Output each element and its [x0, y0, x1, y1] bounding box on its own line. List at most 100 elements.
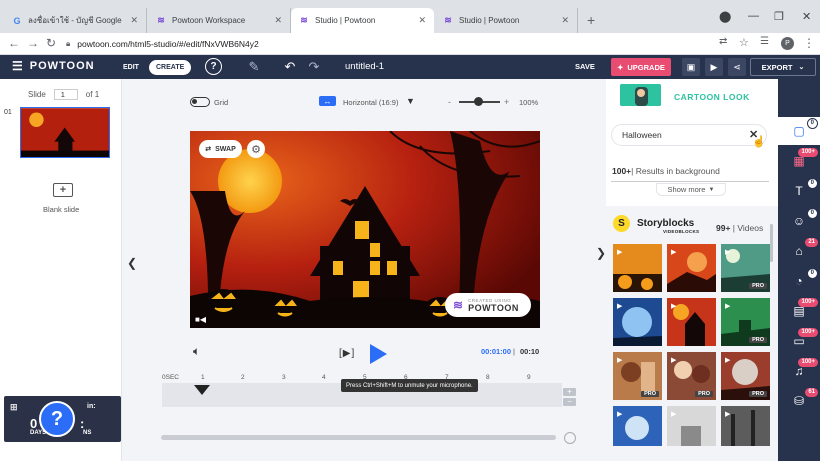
strip-item-scenes[interactable]: ▢ 0 — [778, 117, 820, 145]
strip-item-backgrounds[interactable]: ▦ 100+ — [778, 147, 820, 175]
undo-icon[interactable]: ↶ — [281, 58, 299, 76]
browser-tab-google[interactable]: G ลงชื่อเข้าใช้ - บัญชี Google ✕ — [4, 8, 147, 33]
help-icon[interactable]: ? — [205, 58, 222, 75]
scroll-target-icon[interactable] — [564, 432, 576, 444]
video-play-icon: ▶ — [725, 357, 731, 364]
hamburger-menu-icon[interactable]: ☰ — [12, 59, 24, 73]
close-icon[interactable]: ✕ — [418, 15, 426, 26]
provider-subtitle: VIDEOBLOCKS — [663, 229, 700, 234]
strip-badge: 100+ — [798, 328, 818, 337]
reading-list-icon[interactable]: ☰ — [760, 36, 769, 47]
mouse-cursor-icon: ☝ — [752, 136, 766, 148]
zoom-out-icon[interactable]: - — [448, 97, 451, 107]
bookmark-star-icon[interactable]: ☆ — [739, 36, 749, 49]
cartoon-look-label[interactable]: CARTOON LOOK — [674, 92, 750, 102]
mute-speaker-icon[interactable]: 🔈︎ — [193, 344, 200, 359]
strip-item-props[interactable]: ⌂ 21 — [778, 237, 820, 265]
powtoon-mark-icon: ≋ — [453, 298, 464, 312]
reload-icon[interactable]: ↻ — [46, 36, 56, 50]
slide-thumbnail[interactable] — [20, 107, 110, 158]
strip-item-uploads[interactable]: ⛁ 61 — [778, 387, 820, 415]
video-tile[interactable]: ▶ PRO — [721, 244, 770, 292]
library-scrollbar[interactable] — [770, 224, 773, 262]
powtoon-logo[interactable]: ☰ POWTOON — [12, 59, 95, 73]
strip-item-images[interactable]: ▤ 100+ — [778, 297, 820, 325]
redo-icon[interactable]: ↷ — [305, 58, 323, 76]
close-icon[interactable]: ✕ — [274, 15, 282, 26]
strip-item-music[interactable]: ♫ 100+ — [778, 357, 820, 385]
save-button[interactable]: SAVE — [575, 62, 595, 71]
camera-icon[interactable]: ■◀ — [195, 315, 206, 324]
upgrade-button[interactable]: ✦ UPGRADE — [611, 58, 671, 76]
collapse-left-icon[interactable]: ❮ — [127, 256, 137, 270]
timeline-tick: 4 — [322, 374, 326, 381]
maximize-icon[interactable]: ❐ — [774, 10, 784, 23]
orientation-icon[interactable]: ↔ — [319, 96, 336, 106]
browser-tab-studio[interactable]: ≋ Studio | Powtoon ✕ — [435, 8, 578, 33]
collapse-right-icon[interactable]: ❯ — [596, 246, 606, 260]
show-more-button[interactable]: Show more ▼ — [656, 183, 726, 196]
video-tile[interactable]: ▶ PRO — [721, 352, 770, 400]
video-tile[interactable]: ▶ — [613, 406, 662, 446]
video-tile[interactable]: ▶ — [613, 298, 662, 346]
script-icon[interactable]: ✎ — [245, 58, 263, 76]
swap-button[interactable]: ⇄ SWAP — [199, 140, 242, 158]
video-tile[interactable]: ▶ PRO — [613, 352, 662, 400]
gear-icon[interactable]: ⚙ — [247, 140, 265, 158]
browser-menu-icon[interactable]: ⋮ — [803, 36, 815, 50]
grid-toggle[interactable] — [190, 97, 210, 107]
library-search-input[interactable]: Halloween — [611, 124, 767, 146]
browser-tab-studio-active[interactable]: ≋ Studio | Powtoon ✕ — [291, 8, 434, 33]
browser-tab-workspace[interactable]: ≋ Powtoon Workspace ✕ — [148, 8, 291, 33]
timeline-playhead[interactable] — [194, 385, 210, 395]
forward-icon[interactable]: → — [27, 36, 39, 50]
slide-number-input[interactable]: 1 — [53, 89, 78, 100]
shapes-icon: ◔ — [795, 274, 803, 288]
play-icon[interactable] — [370, 344, 387, 364]
help-chat-button[interactable]: ? — [39, 401, 75, 437]
orientation-dropdown-icon[interactable]: ▼ — [406, 96, 415, 106]
timeline-zoom-in-icon[interactable]: + — [563, 388, 576, 396]
export-button[interactable]: EXPORT ⌄ — [750, 58, 816, 76]
add-blank-slide-icon[interactable]: + — [53, 183, 73, 197]
translate-icon[interactable]: ⇄ — [719, 36, 727, 47]
minimize-icon[interactable]: — — [748, 10, 759, 22]
video-play-icon: ▶ — [671, 357, 677, 364]
close-window-icon[interactable]: ✕ — [802, 10, 811, 23]
document-title[interactable]: untitled-1 — [345, 61, 384, 72]
url-field[interactable]: 🔒︎ powtoon.com/html5-studio/#/edit/fNxVW… — [66, 36, 710, 52]
zoom-in-icon[interactable]: + — [504, 97, 509, 107]
play-from-frame-button[interactable]: [▶] — [339, 348, 355, 359]
video-tile[interactable]: ▶ — [667, 244, 716, 292]
close-icon[interactable]: ✕ — [561, 15, 569, 26]
video-tile[interactable]: ▶ PRO — [721, 298, 770, 346]
video-tile[interactable]: ▶ — [721, 406, 770, 446]
strip-item-characters[interactable]: ☺ 0 — [778, 207, 820, 235]
create-mode-button[interactable]: CREATE — [149, 60, 192, 75]
strip-badge: 0 — [806, 208, 818, 219]
video-play-icon: ▶ — [617, 411, 623, 418]
strip-item-shapes[interactable]: ◔ 0 — [778, 267, 820, 295]
strip-item-text[interactable]: T 0 — [778, 177, 820, 205]
cartoon-look-thumbnail[interactable] — [620, 84, 661, 106]
video-tile[interactable]: ▶ — [667, 298, 716, 346]
profile-avatar[interactable]: P — [781, 37, 794, 50]
back-icon[interactable]: ← — [8, 36, 20, 50]
video-tile[interactable]: ▶ — [613, 244, 662, 292]
horizontal-scrollbar[interactable] — [161, 435, 556, 440]
preview-screen-icon[interactable]: ▣ — [682, 58, 700, 76]
provider-name[interactable]: Storyblocks — [637, 218, 694, 229]
edit-mode-button[interactable]: EDIT — [117, 60, 145, 75]
orientation-label[interactable]: Horizontal (16:9) — [343, 98, 398, 107]
video-tile[interactable]: ▶ PRO — [667, 352, 716, 400]
strip-item-video[interactable]: ▭ 100+ — [778, 327, 820, 355]
tab-search-icon[interactable]: ⬤ — [719, 10, 731, 23]
blank-slide-label[interactable]: Blank slide — [43, 205, 79, 214]
zoom-slider-handle[interactable] — [474, 97, 483, 106]
close-icon[interactable]: ✕ — [130, 15, 138, 26]
play-preview-icon[interactable]: ▶ — [705, 58, 723, 76]
video-tile[interactable]: ▶ — [667, 406, 716, 446]
new-tab-icon[interactable]: + — [587, 12, 595, 28]
timeline-zoom-out-icon[interactable]: − — [563, 398, 576, 406]
share-icon[interactable]: ⋖ — [728, 58, 746, 76]
